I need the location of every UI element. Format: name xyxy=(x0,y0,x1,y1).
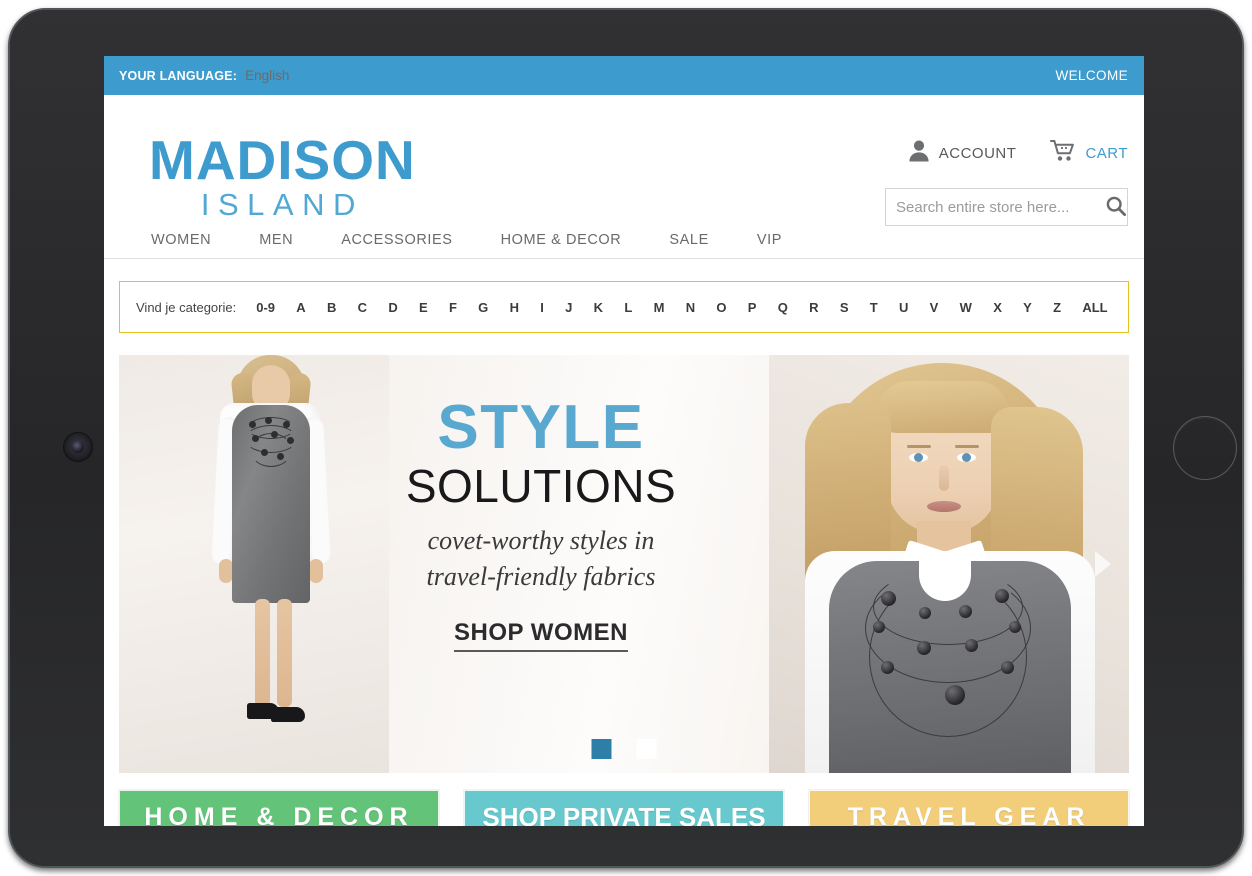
alpha-letter-y[interactable]: Y xyxy=(1023,300,1032,315)
alpha-letter-r[interactable]: R xyxy=(809,300,818,315)
alpha-letter-c[interactable]: C xyxy=(358,300,367,315)
logo-secondary-text: ISLAND xyxy=(200,187,364,223)
hero-model-right-image xyxy=(769,355,1129,773)
hero-tagline: covet-worthy styles in travel-friendly f… xyxy=(381,523,701,595)
home-button[interactable] xyxy=(1173,416,1237,480)
promo-label: HOME & DECOR xyxy=(144,803,414,826)
alpha-letter-g[interactable]: G xyxy=(478,300,488,315)
search-button[interactable] xyxy=(1105,189,1127,225)
welcome-message: WELCOME xyxy=(1055,68,1128,83)
account-label: ACCOUNT xyxy=(938,144,1017,162)
promo-label: TRAVEL GEAR xyxy=(847,803,1091,826)
cart-link[interactable]: CART xyxy=(1050,139,1128,167)
hero-cta-button[interactable]: SHOP WOMEN xyxy=(454,619,628,653)
language-selector[interactable]: YOUR LANGUAGE: English xyxy=(119,68,289,83)
alpha-letter-s[interactable]: S xyxy=(840,300,849,315)
alpha-letter-b[interactable]: B xyxy=(327,300,336,315)
main-navigation: WOMEN MEN ACCESSORIES HOME & DECOR SALE … xyxy=(104,221,1144,259)
chevron-right-icon[interactable] xyxy=(1095,551,1111,577)
browser-viewport: YOUR LANGUAGE: English WELCOME MADISON I… xyxy=(104,56,1144,826)
alpha-letter-x[interactable]: X xyxy=(993,300,1002,315)
alpha-letter-d[interactable]: D xyxy=(388,300,397,315)
language-value[interactable]: English xyxy=(245,68,289,83)
nav-item-vip[interactable]: VIP xyxy=(757,232,782,248)
promo-label: SHOP PRIVATE SALES xyxy=(482,802,766,826)
alpha-letter-j[interactable]: J xyxy=(565,300,572,315)
promo-banner-home-decor[interactable]: HOME & DECOR xyxy=(119,790,439,826)
alpha-letter-z[interactable]: Z xyxy=(1053,300,1061,315)
alpha-letter-f[interactable]: F xyxy=(449,300,457,315)
alpha-letter-e[interactable]: E xyxy=(419,300,428,315)
search-icon xyxy=(1106,196,1127,219)
alpha-letter-u[interactable]: U xyxy=(899,300,908,315)
category-alpha-filter: Vind je categorie: 0-9 A B C D E F G H I… xyxy=(119,281,1129,333)
alpha-letter-p[interactable]: P xyxy=(748,300,757,315)
alpha-letter-w[interactable]: W xyxy=(960,300,972,315)
site-logo[interactable]: MADISON ISLAND xyxy=(149,129,416,225)
carousel-indicators xyxy=(591,739,657,759)
nav-item-accessories[interactable]: ACCESSORIES xyxy=(341,232,452,248)
alpha-letter-k[interactable]: K xyxy=(594,300,603,315)
nav-item-sale[interactable]: SALE xyxy=(669,232,708,248)
cart-label: CART xyxy=(1085,144,1128,162)
alpha-filter-label: Vind je categorie: xyxy=(136,299,237,315)
alpha-letter-q[interactable]: Q xyxy=(778,300,788,315)
hero-carousel[interactable]: STYLE SOLUTIONS covet-worthy styles in t… xyxy=(119,355,1129,773)
account-link[interactable]: ACCOUNT xyxy=(908,139,1017,167)
hero-tagline-line-1: covet-worthy styles in xyxy=(427,526,655,556)
alpha-letter-t[interactable]: T xyxy=(870,300,878,315)
search-input[interactable] xyxy=(886,189,1105,225)
shopping-cart-icon xyxy=(1050,139,1076,167)
user-icon xyxy=(908,139,930,167)
hero-headline: STYLE xyxy=(437,393,645,462)
alpha-letter-all[interactable]: ALL xyxy=(1082,300,1107,315)
camera-icon xyxy=(63,432,93,462)
search-box[interactable] xyxy=(885,188,1128,226)
alpha-letter-l[interactable]: L xyxy=(624,300,632,315)
carousel-dot-1[interactable] xyxy=(591,739,612,759)
promo-banner-row: HOME & DECOR SHOP PRIVATE SALES TRAVEL G… xyxy=(119,790,1129,826)
alpha-letter-m[interactable]: M xyxy=(654,300,665,315)
alpha-letter-v[interactable]: V xyxy=(930,300,939,315)
alpha-letter-0-9[interactable]: 0-9 xyxy=(256,300,275,315)
language-label: YOUR LANGUAGE: xyxy=(119,69,238,83)
hero-subheadline: SOLUTIONS xyxy=(405,460,677,512)
carousel-dot-2[interactable] xyxy=(636,739,657,759)
nav-item-home-decor[interactable]: HOME & DECOR xyxy=(501,232,622,248)
alpha-letter-n[interactable]: N xyxy=(686,300,695,315)
alpha-letter-o[interactable]: O xyxy=(716,300,726,315)
hero-model-left-image xyxy=(119,355,389,773)
alpha-filter-letters: 0-9 A B C D E F G H I J K L M N O P Q R … xyxy=(256,300,1112,315)
alpha-letter-i[interactable]: I xyxy=(540,300,544,315)
hero-tagline-line-2: travel-friendly fabrics xyxy=(426,562,656,592)
nav-item-women[interactable]: WOMEN xyxy=(151,232,211,248)
promo-banner-private-sales[interactable]: SHOP PRIVATE SALES xyxy=(464,790,784,826)
logo-primary-text: MADISON xyxy=(149,129,416,191)
nav-item-men[interactable]: MEN xyxy=(259,232,293,248)
alpha-letter-h[interactable]: H xyxy=(510,300,519,315)
header-links: ACCOUNT CART xyxy=(908,139,1128,167)
promo-banner-travel-gear[interactable]: TRAVEL GEAR xyxy=(809,790,1129,826)
site-header: MADISON ISLAND ACCOUNT CART Search entir… xyxy=(104,95,1144,226)
language-bar: YOUR LANGUAGE: English WELCOME xyxy=(104,56,1144,95)
alpha-letter-a[interactable]: A xyxy=(296,300,305,315)
hero-text-block: STYLE SOLUTIONS covet-worthy styles in t… xyxy=(381,393,701,653)
